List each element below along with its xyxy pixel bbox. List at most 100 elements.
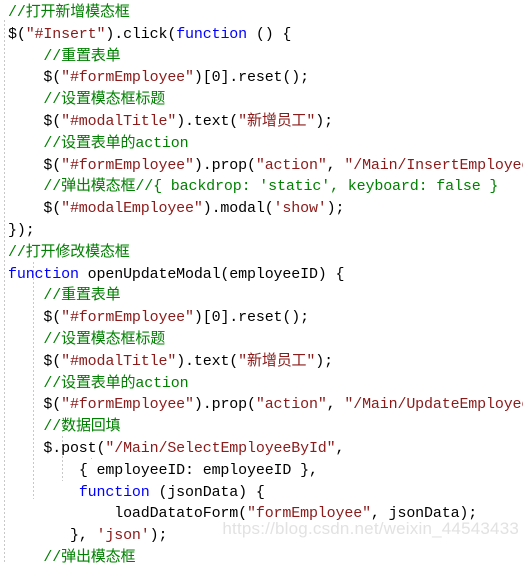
code-editor-content[interactable]: //打开新增模态框 $("#Insert").click(function () …: [0, 0, 523, 563]
code-token-plain: ).modal(: [202, 200, 274, 218]
code-token-plain: ).click(: [105, 25, 177, 43]
code-token-string: "新增员工": [238, 112, 316, 130]
code-token-plain: $(: [43, 200, 62, 218]
code-token-plain: { employeeID: employeeID },: [78, 461, 318, 479]
code-token-comment: //设置模态框标题: [43, 330, 166, 348]
code-token-comment: //重置表单: [43, 47, 121, 65]
code-line[interactable]: { employeeID: employeeID },: [0, 460, 523, 482]
code-token-comment: //数据回填: [43, 418, 121, 436]
code-line[interactable]: loadDatatoForm("formEmployee", jsonData)…: [0, 503, 523, 525]
code-line[interactable]: //设置模态框标题: [0, 89, 523, 111]
code-line[interactable]: });: [0, 220, 523, 242]
code-line[interactable]: //打开修改模态框: [0, 242, 523, 264]
code-line[interactable]: $("#formEmployee").prop("action", "/Main…: [0, 394, 523, 416]
code-token-string: "action": [255, 156, 327, 174]
code-token-string: "/Main/InsertEmployee": [344, 156, 523, 174]
code-token-plain: )[0].reset();: [193, 69, 309, 87]
code-token-comment: //设置表单的action: [43, 374, 189, 392]
code-token-string: "新增员工": [238, 352, 316, 370]
code-line[interactable]: $("#modalTitle").text("新增员工");: [0, 111, 523, 133]
code-line[interactable]: //重置表单: [0, 285, 523, 307]
code-line[interactable]: //设置模态框标题: [0, 329, 523, 351]
code-token-plain: );: [326, 200, 345, 218]
code-token-keyword: function: [78, 483, 150, 501]
code-token-string: "#modalTitle": [61, 112, 177, 130]
code-token-string: "/Main/UpdateEmployee": [344, 396, 523, 414]
code-line[interactable]: function openUpdateModal(employeeID) {: [0, 264, 523, 286]
code-line[interactable]: function (jsonData) {: [0, 482, 523, 504]
code-line[interactable]: //弹出模态框//{ backdrop: 'static', keyboard:…: [0, 176, 523, 198]
code-token-plain: $(: [43, 112, 62, 130]
code-token-string: 'json': [96, 527, 150, 545]
code-line[interactable]: $.post("/Main/SelectEmployeeById",: [0, 438, 523, 460]
code-token-string: "#formEmployee": [61, 309, 194, 327]
code-token-plain: $.post(: [43, 439, 106, 457]
code-token-plain: ,: [326, 396, 345, 414]
code-token-string: "#Insert": [25, 25, 106, 43]
code-line[interactable]: //设置表单的action: [0, 133, 523, 155]
code-line[interactable]: }, 'json');: [0, 525, 523, 547]
code-token-plain: );: [315, 352, 333, 370]
code-line[interactable]: $("#formEmployee").prop("action", "/Main…: [0, 155, 523, 177]
code-token-plain: $(: [43, 69, 62, 87]
code-token-comment: //重置表单: [43, 287, 121, 305]
code-line[interactable]: $("#formEmployee")[0].reset();: [0, 307, 523, 329]
code-token-plain: $(: [43, 396, 62, 414]
code-token-plain: ).prop(: [193, 396, 256, 414]
code-token-string: "#formEmployee": [61, 69, 194, 87]
code-token-plain: openUpdateModal(employeeID) {: [78, 265, 345, 283]
code-token-plain: ,: [335, 439, 345, 457]
code-line[interactable]: //弹出模态框: [0, 547, 523, 563]
code-token-plain: )[0].reset();: [193, 309, 309, 327]
code-token-comment: //设置表单的action: [43, 134, 189, 152]
code-token-string: "#modalEmployee": [61, 200, 203, 218]
code-token-string: "#formEmployee": [61, 396, 194, 414]
code-token-comment: //弹出模态框: [43, 548, 136, 563]
code-token-keyword: function: [8, 265, 79, 283]
code-token-plain: $(: [8, 25, 26, 43]
code-token-plain: ).prop(: [193, 156, 256, 174]
code-token-plain: $(: [43, 309, 62, 327]
code-line[interactable]: //数据回填: [0, 416, 523, 438]
code-line[interactable]: $("#Insert").click(function () {: [0, 24, 523, 46]
code-token-string: "formEmployee": [247, 505, 371, 523]
code-line[interactable]: $("#modalEmployee").modal('show');: [0, 198, 523, 220]
code-token-plain: , jsonData);: [370, 505, 478, 523]
code-token-plain: $(: [43, 352, 62, 370]
code-line[interactable]: //重置表单: [0, 46, 523, 68]
code-token-plain: );: [315, 112, 333, 130]
code-token-plain: ,: [326, 156, 345, 174]
code-line[interactable]: $("#modalTitle").text("新增员工");: [0, 351, 523, 373]
code-token-plain: ).text(: [176, 112, 239, 130]
code-token-plain: () {: [247, 25, 292, 43]
code-token-comment: //打开新增模态框: [8, 4, 130, 21]
code-token-string: "#modalTitle": [61, 352, 177, 370]
code-token-string: "/Main/SelectEmployeeById": [105, 439, 336, 457]
code-token-string: 'show': [273, 200, 327, 218]
code-line[interactable]: //设置表单的action: [0, 373, 523, 395]
code-token-plain: },: [69, 527, 97, 545]
code-screenshot: //打开新增模态框 $("#Insert").click(function () …: [0, 0, 523, 563]
code-token-plain: loadDatatoForm(: [114, 505, 247, 523]
code-line[interactable]: //打开新增模态框: [0, 2, 523, 24]
code-line[interactable]: $("#formEmployee")[0].reset();: [0, 67, 523, 89]
code-token-keyword: function: [176, 25, 247, 43]
